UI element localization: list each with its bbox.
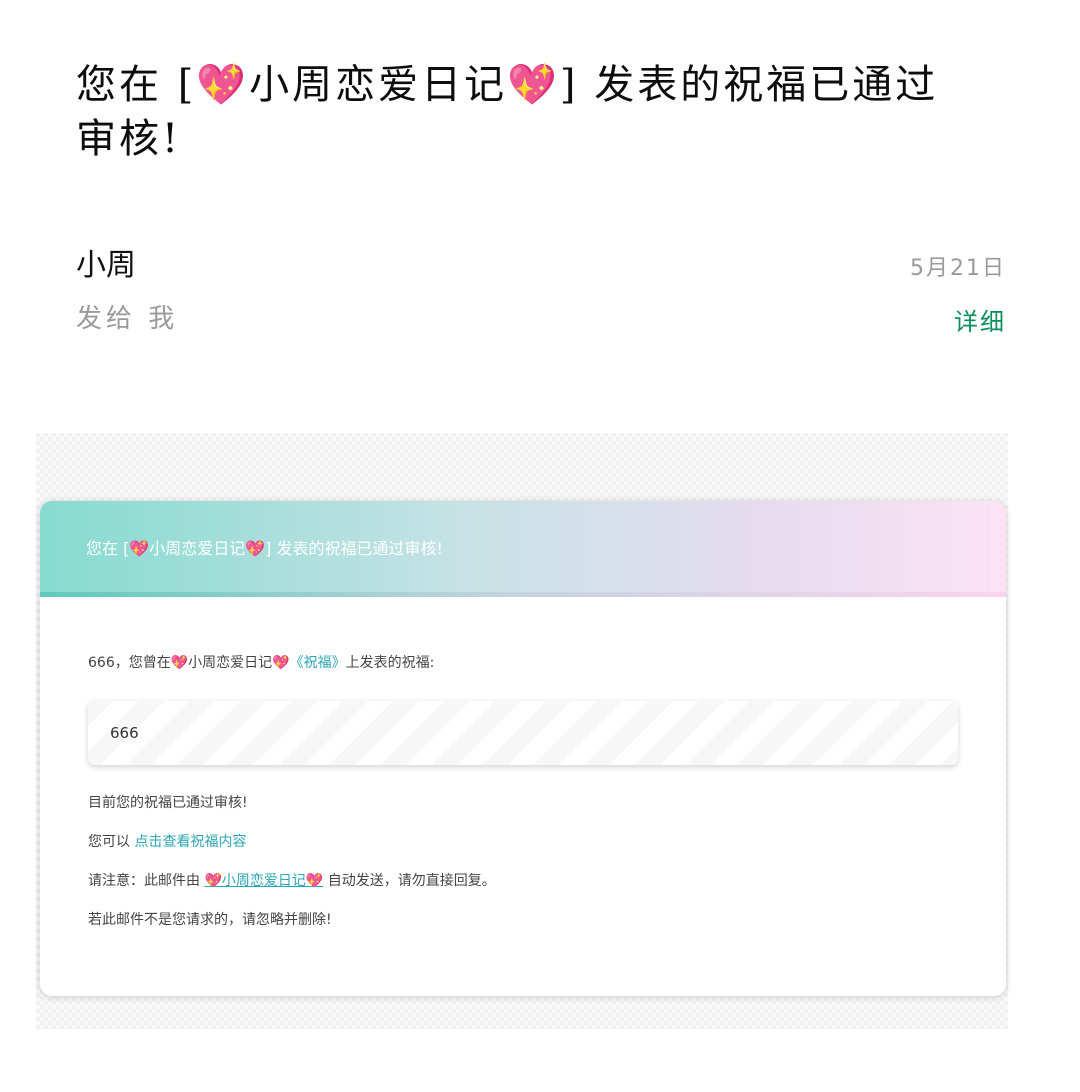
approval-status: 目前您的祝福已通过审核! bbox=[88, 795, 248, 811]
view-blessing-link[interactable]: 点击查看祝福内容 bbox=[134, 834, 246, 850]
ignore-notice: 若此邮件不是您请求的，请忽略并删除! bbox=[88, 912, 332, 928]
card-header-title: 您在 [💖小周恋爱日记💖] 发表的祝福已通过审核! bbox=[86, 538, 443, 558]
blessing-content: 666 bbox=[110, 724, 139, 742]
card-header: 您在 [💖小周恋爱日记💖] 发表的祝福已通过审核! bbox=[40, 501, 1006, 597]
intro-prefix: 666，您曾在💖小周恋爱日记💖 bbox=[88, 655, 290, 671]
blessing-quote-box: 666 bbox=[88, 701, 958, 765]
card-body: 666，您曾在💖小周恋爱日记💖《祝福》上发表的祝福: 666 目前您的祝福已通过… bbox=[40, 597, 1006, 930]
notice-prefix: 请注意：此邮件由 bbox=[88, 873, 200, 889]
intro-text: 666，您曾在💖小周恋爱日记💖《祝福》上发表的祝福: bbox=[88, 653, 958, 673]
email-subject: 您在 [💖小周恋爱日记💖] 发表的祝福已通过审核! bbox=[76, 62, 939, 162]
view-line: 您可以 点击查看祝福内容 bbox=[88, 832, 958, 852]
recipient-line: 发给 我 bbox=[76, 304, 179, 334]
notification-card: 您在 [💖小周恋爱日记💖] 发表的祝福已通过审核! 666，您曾在💖小周恋爱日记… bbox=[40, 501, 1006, 996]
details-link[interactable]: 详细 bbox=[954, 302, 1006, 337]
notice-suffix: 自动发送，请勿直接回复。 bbox=[327, 873, 496, 889]
sender-name[interactable]: 小周 bbox=[76, 240, 136, 284]
blessing-page-link[interactable]: 《祝福》 bbox=[290, 655, 346, 671]
intro-suffix: 上发表的祝福: bbox=[345, 655, 435, 671]
email-date: 5月21日 bbox=[910, 256, 1006, 281]
site-link[interactable]: 💖小周恋爱日记💖 bbox=[204, 873, 323, 889]
view-prefix: 您可以 bbox=[88, 834, 130, 850]
notice-line: 请注意：此邮件由 💖小周恋爱日记💖 自动发送，请勿直接回复。 bbox=[88, 871, 958, 891]
